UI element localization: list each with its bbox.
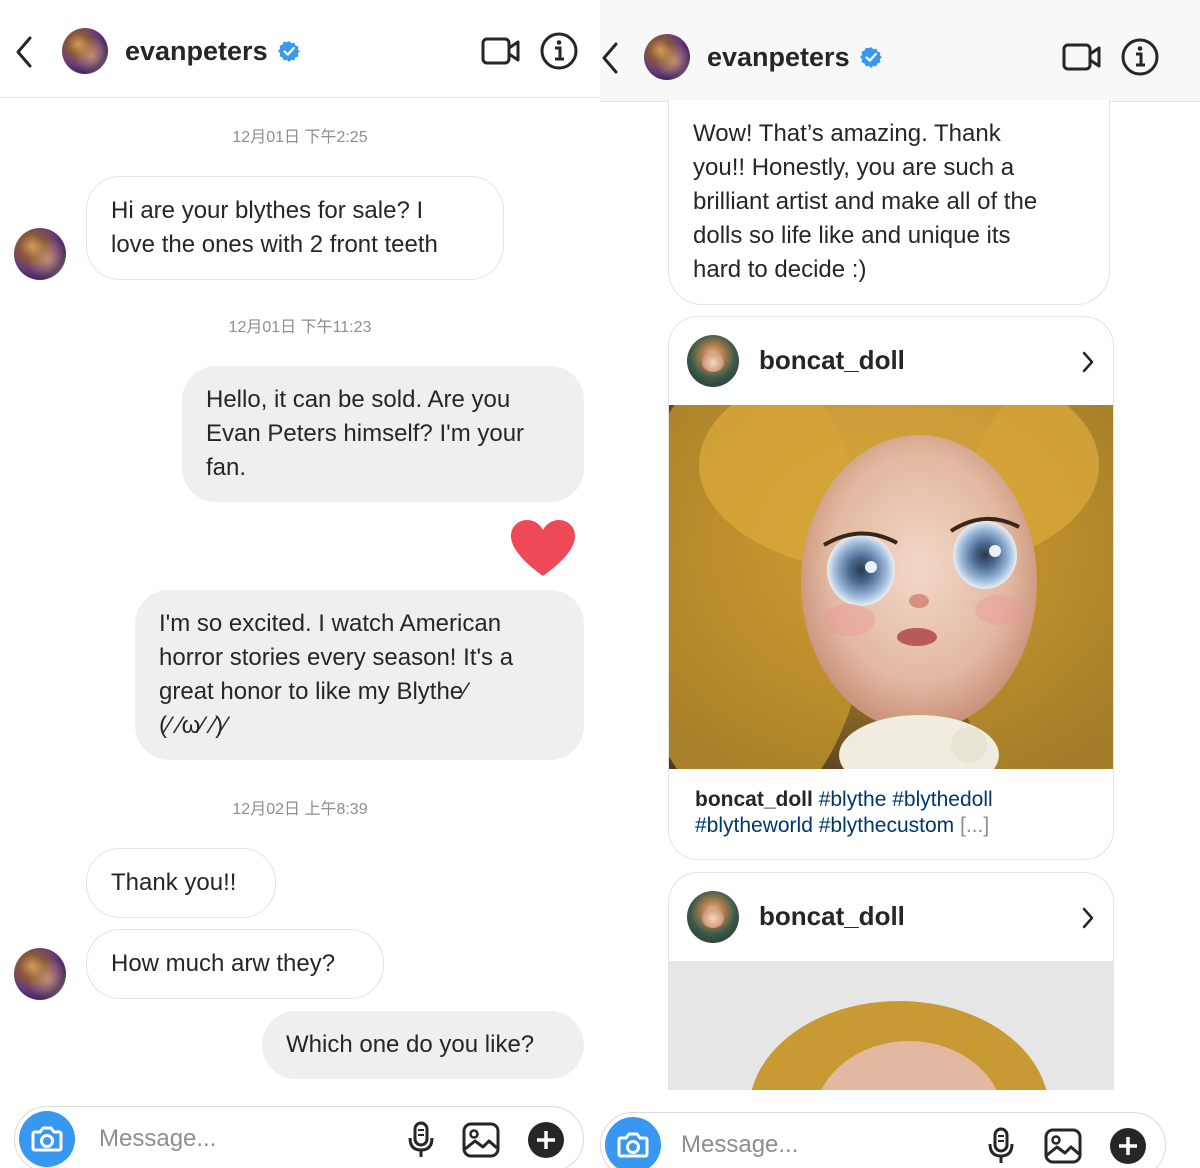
message-text: fan. — [206, 454, 247, 481]
message-timestamp: 12月02日 上午8:39 — [232, 801, 368, 818]
message-text: you!! Honestly, you are such a — [693, 154, 1015, 181]
message-text: How much arw they? — [111, 950, 336, 977]
back-chevron-icon[interactable] — [600, 40, 620, 76]
message-composer — [600, 1112, 1166, 1168]
message-text: love the ones with 2 front teeth — [111, 231, 438, 258]
outgoing-message[interactable]: Hello, it can be sold. Are you Evan Pete… — [182, 366, 584, 502]
shared-post-header[interactable]: boncat_doll — [669, 873, 1113, 961]
message-text: Hello, it can be sold. Are you — [206, 386, 511, 413]
left-dm-screen: evanpeters 12月01日 下午2:25 Hi are your bly… — [0, 0, 600, 1168]
outgoing-message[interactable]: I'm so excited. I watch American horror … — [135, 590, 584, 760]
verified-badge-icon — [860, 47, 882, 68]
caption-more[interactable]: [...] — [960, 814, 989, 837]
back-chevron-icon[interactable] — [14, 34, 34, 70]
message-text: Thank you!! — [111, 869, 237, 896]
avatar[interactable] — [687, 891, 739, 943]
doll-photo[interactable] — [669, 961, 1114, 1090]
shared-post-caption: boncat_doll #blythe #blythedoll #blythew… — [695, 787, 993, 839]
right-dm-screen: evanpeters Wow! That’s amazing. Thank yo… — [600, 0, 1200, 1168]
message-text: Hi are your blythes for sale? I — [111, 197, 424, 224]
camera-button[interactable] — [605, 1117, 661, 1168]
camera-button[interactable] — [19, 1111, 75, 1167]
message-text: (⁄ ⁄ω⁄ ⁄)⁄ — [159, 712, 228, 739]
message-timestamp: 12月01日 下午2:25 — [232, 129, 368, 146]
microphone-icon[interactable] — [985, 1127, 1017, 1165]
camera-icon — [617, 1132, 649, 1158]
chat-header: evanpeters — [0, 0, 600, 98]
info-icon[interactable] — [539, 31, 579, 71]
plus-icon[interactable] — [1109, 1127, 1147, 1165]
caption-username[interactable]: boncat_doll — [695, 788, 813, 811]
message-text: Wow! That’s amazing. Thank — [693, 120, 1001, 147]
hashtag-text[interactable]: #blythe #blythedoll — [819, 788, 993, 811]
message-text: horror stories every season! It's a — [159, 644, 514, 671]
plus-icon[interactable] — [527, 1121, 565, 1159]
microphone-icon[interactable] — [405, 1121, 437, 1159]
message-text: I'm so excited. I watch American — [159, 610, 502, 637]
avatar[interactable] — [687, 335, 739, 387]
message-text: hard to decide :) — [693, 256, 867, 283]
outgoing-message[interactable]: Which one do you like? — [262, 1011, 584, 1079]
shared-post-username[interactable]: boncat_doll — [759, 345, 905, 376]
incoming-message[interactable]: Hi are your blythes for sale? I love the… — [86, 176, 504, 280]
message-input[interactable] — [681, 1129, 961, 1161]
message-text: great honor to like my Blythe⁄ — [159, 678, 468, 705]
camera-icon — [31, 1126, 63, 1152]
chat-header: evanpeters — [600, 0, 1200, 102]
avatar[interactable] — [62, 28, 108, 74]
avatar[interactable] — [644, 34, 690, 80]
message-text: dolls so life like and unique its — [693, 222, 1011, 249]
message-text: brilliant artist and make all of the — [693, 188, 1038, 215]
gallery-icon[interactable] — [461, 1121, 501, 1159]
verified-badge-icon — [278, 41, 300, 62]
video-call-icon[interactable] — [1062, 41, 1102, 73]
shared-post-header[interactable]: boncat_doll — [669, 317, 1113, 405]
chevron-right-icon — [1082, 351, 1094, 373]
gallery-icon[interactable] — [1043, 1127, 1083, 1165]
message-text: Which one do you like? — [286, 1031, 535, 1058]
avatar[interactable] — [14, 228, 66, 280]
chat-username[interactable]: evanpeters — [707, 42, 850, 73]
message-input[interactable] — [99, 1123, 379, 1155]
chat-username[interactable]: evanpeters — [125, 36, 268, 67]
incoming-message[interactable]: Thank you!! — [86, 848, 276, 918]
video-call-icon[interactable] — [481, 35, 521, 67]
message-text: Evan Peters himself? I'm your — [206, 420, 525, 447]
incoming-message[interactable]: How much arw they? — [86, 929, 384, 999]
message-timestamp: 12月01日 下午11:23 — [228, 319, 372, 336]
message-composer — [14, 1106, 584, 1168]
avatar[interactable] — [14, 948, 66, 1000]
chevron-right-icon — [1082, 907, 1094, 929]
shared-post-username[interactable]: boncat_doll — [759, 901, 905, 932]
hashtag-text[interactable]: #blytheworld #blythecustom — [695, 814, 954, 837]
info-icon[interactable] — [1120, 37, 1160, 77]
doll-photo[interactable] — [669, 405, 1114, 769]
shared-post[interactable]: boncat_doll — [668, 872, 1114, 1090]
shared-post[interactable]: boncat_doll — [668, 316, 1114, 860]
incoming-message[interactable]: Wow! That’s amazing. Thank you!! Honestl… — [668, 100, 1110, 305]
heart-icon[interactable] — [509, 518, 577, 578]
